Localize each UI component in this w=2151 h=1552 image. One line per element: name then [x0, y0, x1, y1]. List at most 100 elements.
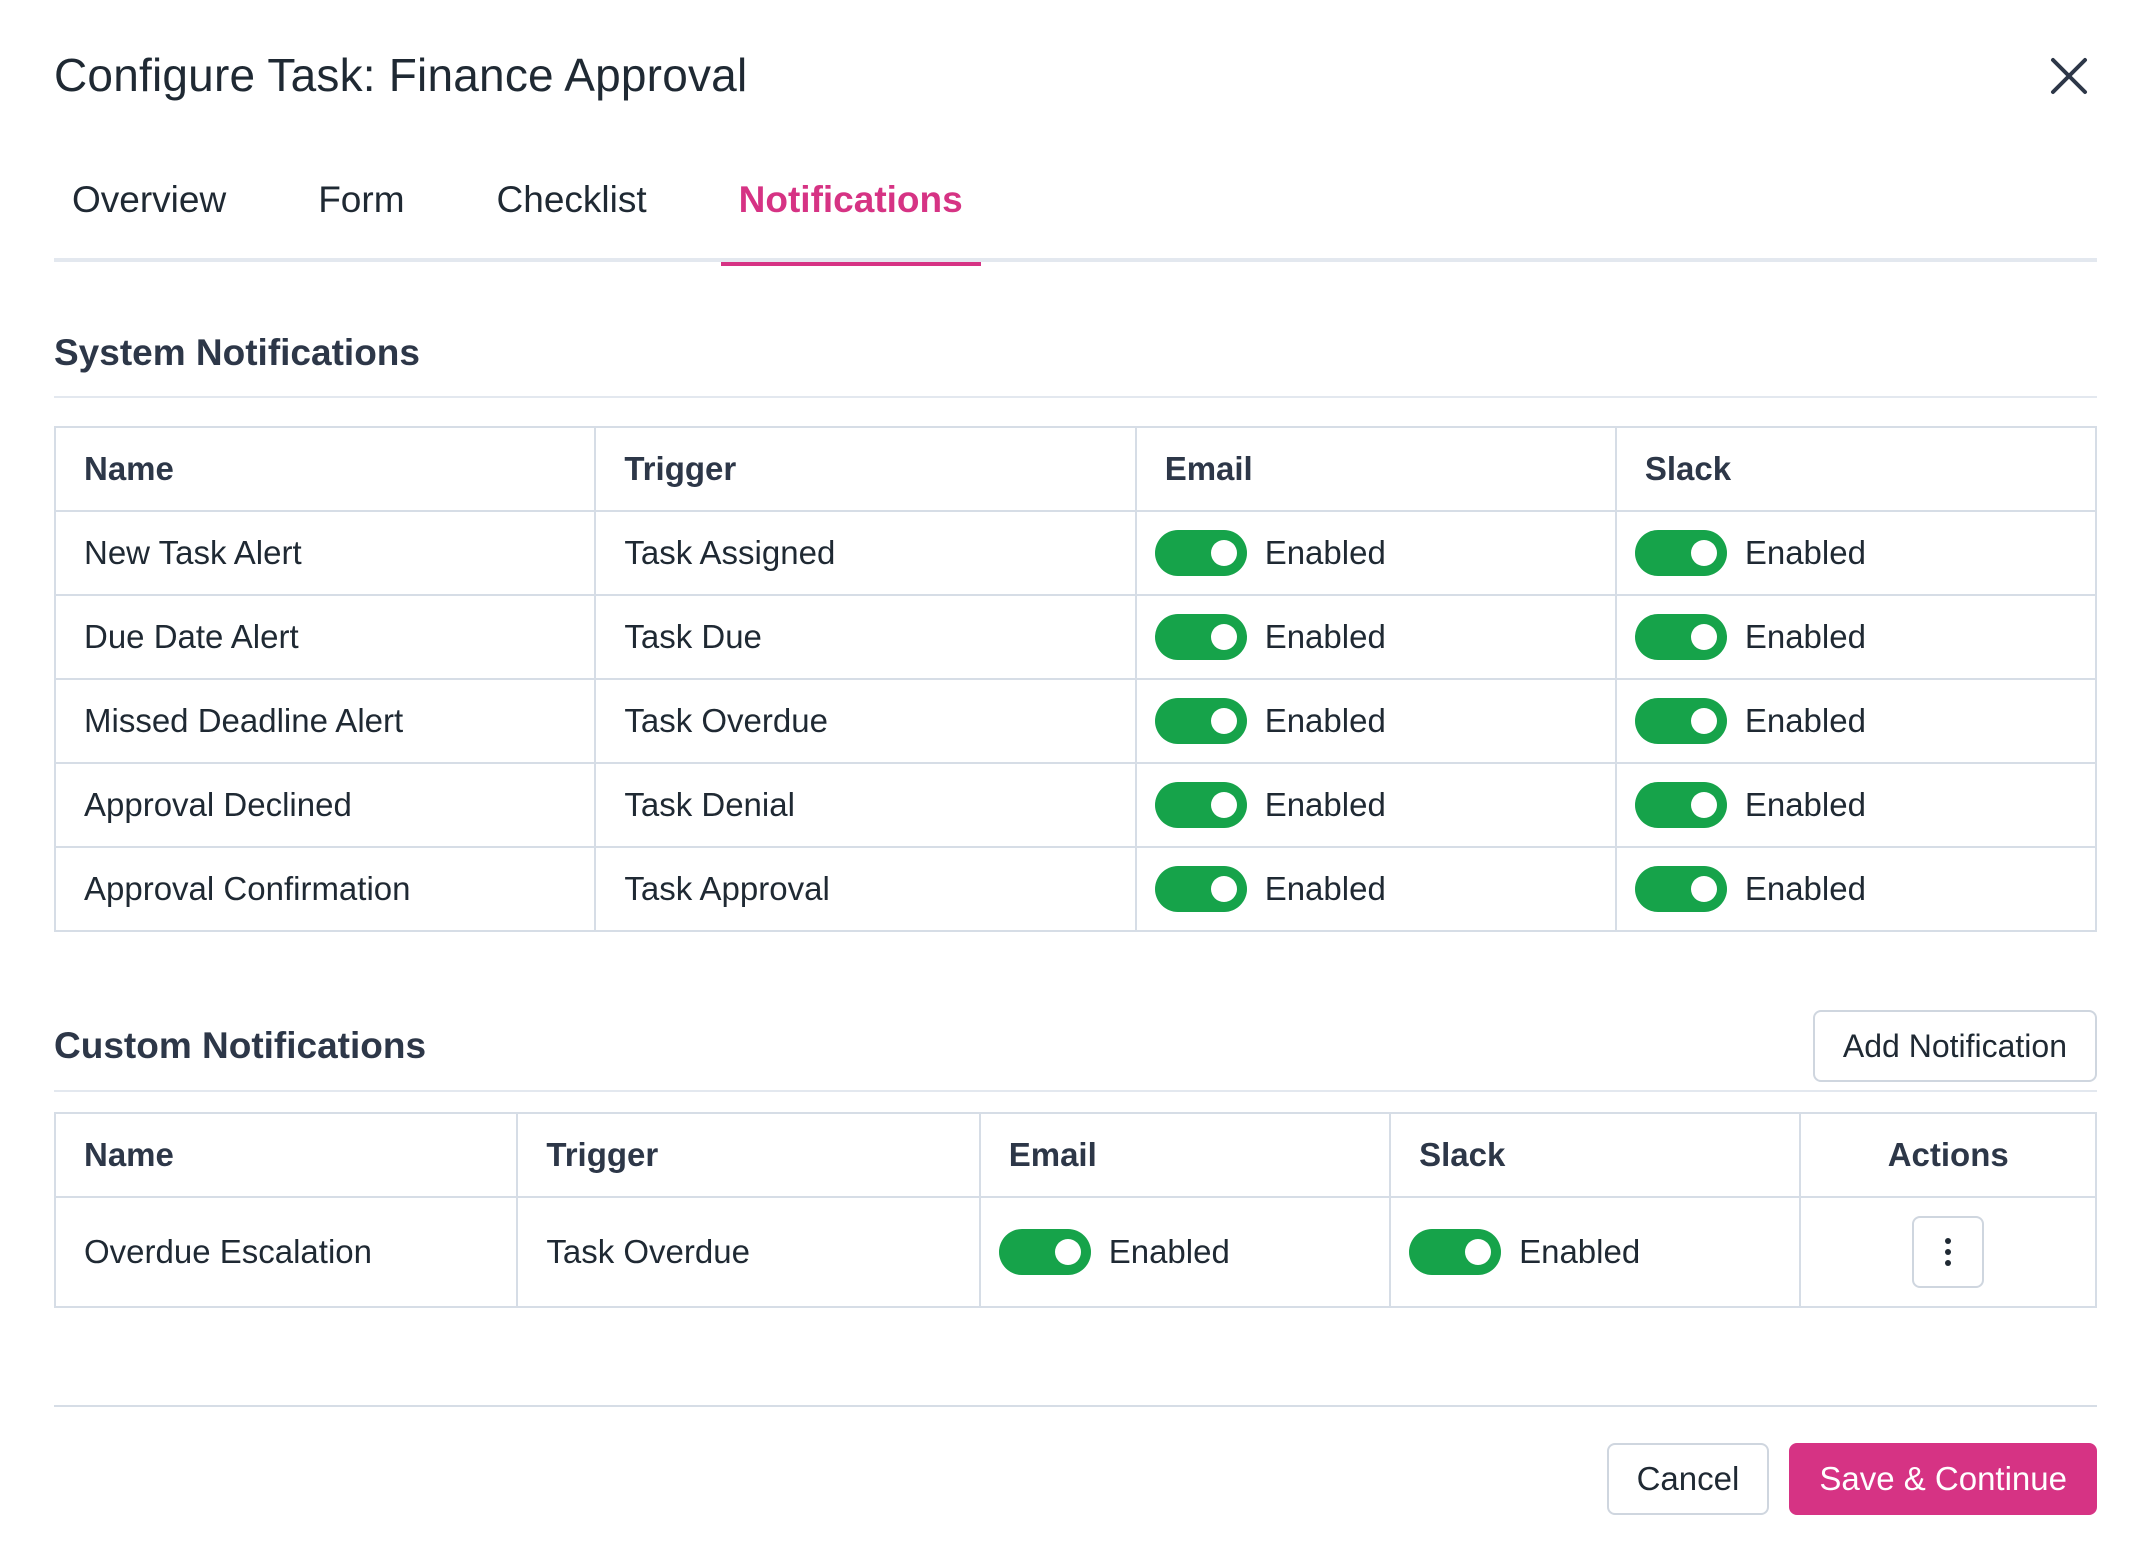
email-toggle[interactable] — [1154, 614, 1247, 660]
slack-toggle[interactable] — [1634, 866, 1727, 912]
notification-trigger: Task Due — [594, 594, 1137, 680]
toggle-knob — [1690, 708, 1717, 734]
slack-cell: Enabled — [1389, 1196, 1802, 1308]
notification-name: Approval Confirmation — [53, 846, 597, 932]
kebab-menu-icon — [1945, 1260, 1952, 1266]
email-status: Enabled — [1264, 870, 1386, 907]
slack-toggle[interactable] — [1634, 698, 1727, 744]
email-cell: Enabled — [1134, 510, 1617, 596]
slack-cell: Enabled — [1614, 762, 2098, 848]
email-status: Enabled — [1264, 786, 1386, 823]
table-header-row: Name Trigger Email Slack — [53, 426, 2098, 512]
column-header-trigger: Trigger — [594, 426, 1137, 512]
table-row: New Task Alert Task Assigned Enabled Ena… — [53, 510, 2098, 596]
toggle-knob — [1210, 540, 1237, 566]
toggle-knob — [1210, 792, 1237, 818]
footer-divider — [54, 1405, 2097, 1407]
tab-bar: Overview Form Checklist Notifications — [54, 150, 2097, 266]
table-row: Overdue Escalation Task Overdue Enabled … — [53, 1196, 2097, 1308]
toggle-knob — [1465, 1239, 1492, 1265]
notification-trigger: Task Assigned — [594, 510, 1137, 596]
custom-notifications-table: Name Trigger Email Slack Actions Overdue… — [53, 1112, 2097, 1308]
add-notification-button[interactable]: Add Notification — [1812, 1010, 2097, 1082]
slack-toggle[interactable] — [1634, 530, 1727, 576]
column-header-actions: Actions — [1799, 1112, 2097, 1198]
slack-cell: Enabled — [1614, 510, 2098, 596]
email-toggle[interactable] — [1154, 698, 1247, 744]
slack-status: Enabled — [1744, 534, 1866, 571]
configure-task-dialog: Configure Task: Finance Approval Overvie… — [0, 0, 2151, 1552]
dialog-header: Configure Task: Finance Approval — [54, 0, 2097, 150]
toggle-knob — [1210, 708, 1237, 734]
slack-status: Enabled — [1744, 702, 1866, 739]
notification-name: Due Date Alert — [53, 594, 597, 680]
close-button[interactable] — [2047, 54, 2091, 98]
notification-trigger: Task Overdue — [594, 678, 1137, 764]
system-notifications-title: System Notifications — [54, 332, 420, 373]
tab-notifications[interactable]: Notifications — [720, 150, 981, 266]
column-header-name: Name — [53, 1112, 519, 1198]
notification-trigger: Task Approval — [594, 846, 1137, 932]
email-status: Enabled — [1264, 618, 1386, 655]
notification-name: Approval Declined — [53, 762, 597, 848]
email-toggle[interactable] — [998, 1229, 1091, 1275]
system-notifications-table: Name Trigger Email Slack New Task Alert … — [53, 426, 2098, 932]
email-cell: Enabled — [978, 1196, 1392, 1308]
email-cell: Enabled — [1134, 762, 1617, 848]
email-status: Enabled — [1264, 702, 1386, 739]
slack-status: Enabled — [1744, 618, 1866, 655]
table-row: Approval Declined Task Denial Enabled En… — [53, 762, 2098, 848]
table-row: Due Date Alert Task Due Enabled Enabled — [53, 594, 2098, 680]
slack-cell: Enabled — [1614, 594, 2098, 680]
email-toggle[interactable] — [1154, 866, 1247, 912]
email-cell: Enabled — [1134, 594, 1617, 680]
email-status: Enabled — [1108, 1233, 1230, 1270]
slack-status: Enabled — [1519, 1233, 1641, 1270]
dialog-title: Configure Task: Finance Approval — [54, 49, 748, 101]
table-row: Approval Confirmation Task Approval Enab… — [53, 846, 2098, 932]
close-icon — [2051, 58, 2087, 94]
slack-cell: Enabled — [1614, 846, 2098, 932]
notification-trigger: Task Overdue — [516, 1196, 981, 1308]
tab-form[interactable]: Form — [300, 150, 422, 262]
cancel-button[interactable]: Cancel — [1606, 1443, 1770, 1515]
toggle-knob — [1690, 540, 1717, 566]
column-header-trigger: Trigger — [516, 1112, 981, 1198]
toggle-knob — [1690, 624, 1717, 650]
toggle-knob — [1690, 876, 1717, 902]
table-header-row: Name Trigger Email Slack Actions — [53, 1112, 2097, 1198]
column-header-name: Name — [53, 426, 597, 512]
slack-cell: Enabled — [1614, 678, 2098, 764]
column-header-email: Email — [978, 1112, 1392, 1198]
notification-trigger: Task Denial — [594, 762, 1137, 848]
kebab-menu-icon — [1945, 1249, 1952, 1255]
column-header-email: Email — [1134, 426, 1617, 512]
dialog-footer: Cancel Save & Continue — [1606, 1443, 2097, 1515]
tab-checklist[interactable]: Checklist — [479, 150, 665, 262]
notification-name: Overdue Escalation — [53, 1196, 519, 1308]
toggle-knob — [1210, 624, 1237, 650]
custom-notifications-title: Custom Notifications — [54, 1025, 427, 1066]
save-continue-button[interactable]: Save & Continue — [1789, 1443, 2097, 1515]
slack-toggle[interactable] — [1409, 1229, 1502, 1275]
actions-cell — [1799, 1196, 2097, 1308]
row-actions-button[interactable] — [1912, 1216, 1985, 1288]
column-header-slack: Slack — [1389, 1112, 1802, 1198]
slack-status: Enabled — [1744, 870, 1866, 907]
toggle-knob — [1210, 876, 1237, 902]
email-cell: Enabled — [1134, 678, 1617, 764]
system-notifications-header: System Notifications — [54, 322, 2097, 398]
email-toggle[interactable] — [1154, 530, 1247, 576]
toggle-knob — [1690, 792, 1717, 818]
custom-notifications-header: Custom Notifications Add Notification — [54, 1002, 2097, 1092]
notification-name: Missed Deadline Alert — [53, 678, 597, 764]
tab-overview[interactable]: Overview — [54, 150, 244, 262]
notification-name: New Task Alert — [53, 510, 597, 596]
toggle-knob — [1054, 1239, 1081, 1265]
slack-toggle[interactable] — [1634, 782, 1727, 828]
slack-status: Enabled — [1744, 786, 1866, 823]
email-cell: Enabled — [1134, 846, 1617, 932]
column-header-slack: Slack — [1614, 426, 2098, 512]
email-toggle[interactable] — [1154, 782, 1247, 828]
slack-toggle[interactable] — [1634, 614, 1727, 660]
